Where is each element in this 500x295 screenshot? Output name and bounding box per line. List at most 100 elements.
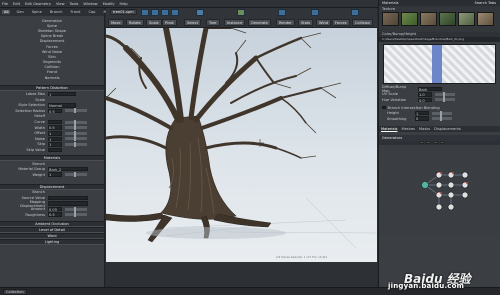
- move-button[interactable]: Move: [108, 19, 124, 26]
- viewport-tab[interactable]: tree01.spm: [110, 9, 137, 15]
- tab-materials[interactable]: Materials: [381, 127, 397, 131]
- link-node-icon[interactable]: [440, 141, 445, 145]
- hue-variation-slider[interactable]: [435, 97, 455, 103]
- menu-edit-geometry[interactable]: Edit Geometry: [25, 2, 51, 6]
- node-branches[interactable]: [461, 171, 469, 178]
- texture-preview[interactable]: [383, 44, 496, 84]
- rotate-icon[interactable]: [151, 9, 159, 16]
- twig-swatch[interactable]: [458, 12, 475, 26]
- search-tabs[interactable]: Search Tabs: [475, 1, 500, 5]
- height-input[interactable]: 1: [415, 110, 429, 116]
- curve-slider[interactable]: [65, 119, 87, 125]
- branch-blending-checkbox[interactable]: [382, 105, 386, 110]
- hue-variation-input[interactable]: 0.0: [418, 97, 432, 103]
- add-node-icon[interactable]: [419, 141, 424, 145]
- section-lighting[interactable]: Lighting: [0, 238, 104, 245]
- smoothing-input[interactable]: 0: [415, 116, 429, 121]
- skip-slider[interactable]: [65, 141, 87, 147]
- scale-button[interactable]: Scale: [146, 19, 162, 26]
- roughness-slider[interactable]: [65, 212, 87, 218]
- tab-meshes[interactable]: Meshes: [401, 127, 415, 131]
- offset-input[interactable]: 1: [48, 130, 62, 136]
- render-button[interactable]: Render: [276, 19, 295, 26]
- wind-button[interactable]: Wind: [316, 19, 332, 26]
- select-button[interactable]: Select: [184, 19, 202, 26]
- select-icon[interactable]: [196, 9, 204, 16]
- pivot-button[interactable]: Pivot: [162, 19, 177, 26]
- pivot-icon[interactable]: [171, 9, 179, 16]
- scale-icon[interactable]: [161, 9, 169, 16]
- node-tree[interactable]: [421, 180, 429, 189]
- lobes-max-input[interactable]: 1: [48, 91, 76, 97]
- tab-masks[interactable]: Masks: [419, 127, 430, 131]
- node-extra-1[interactable]: [435, 203, 443, 210]
- mapping-dropdown[interactable]: [48, 201, 88, 206]
- curve-input[interactable]: [48, 119, 62, 125]
- tree-button[interactable]: Tree: [206, 19, 220, 26]
- node-leaves[interactable]: [447, 181, 455, 188]
- generator-graph[interactable]: [379, 144, 500, 235]
- generate-button[interactable]: Generate: [248, 19, 271, 26]
- skip-value-input[interactable]: [48, 147, 62, 153]
- style-selection-dropdown[interactable]: Normal: [48, 102, 76, 108]
- leaf-swatch[interactable]: [401, 12, 418, 26]
- uv-scale-input[interactable]: 1.0: [418, 92, 432, 97]
- selection-radius-slider[interactable]: [65, 108, 87, 114]
- roughness-input[interactable]: 0.5: [48, 212, 62, 217]
- tree-icon[interactable]: [237, 9, 245, 16]
- tab-frond[interactable]: Frond: [69, 10, 83, 14]
- collision-button[interactable]: Collision: [352, 19, 374, 26]
- cap-swatch[interactable]: [477, 12, 494, 26]
- skip-input[interactable]: 1: [48, 142, 62, 147]
- menu-help[interactable]: Help: [120, 2, 128, 6]
- forces-button[interactable]: Forces: [332, 19, 350, 26]
- node-extra-2[interactable]: [447, 203, 455, 210]
- amount-input[interactable]: 0.05: [48, 206, 62, 212]
- bark-swatch[interactable]: [382, 12, 399, 26]
- weight-slider[interactable]: [65, 172, 87, 178]
- node-twigs[interactable]: [447, 191, 455, 198]
- tab-displacements[interactable]: Displacements: [434, 127, 461, 131]
- noise-input[interactable]: 1: [48, 136, 62, 142]
- menu-view[interactable]: View: [56, 2, 65, 6]
- menu-tools[interactable]: Tools: [70, 2, 79, 6]
- bark2-swatch[interactable]: [420, 12, 437, 26]
- smoothing-slider[interactable]: [432, 116, 452, 122]
- source-value-dropdown[interactable]: [48, 195, 88, 201]
- amount-slider[interactable]: [65, 206, 87, 212]
- 3d-viewport[interactable]: 4.8 frames Selected: 1 of 5 Tris: 13,412: [106, 28, 377, 262]
- tab-all[interactable]: All: [2, 10, 11, 14]
- frond-swatch[interactable]: [439, 12, 456, 26]
- render-icon[interactable]: [351, 9, 359, 16]
- noise-slider[interactable]: [65, 136, 87, 142]
- menu-edit[interactable]: Edit: [13, 2, 20, 6]
- selection-radius-input[interactable]: 0.5: [48, 108, 62, 114]
- width-slider[interactable]: [65, 125, 87, 131]
- node-mesh[interactable]: [461, 191, 469, 198]
- instance-button[interactable]: Instance: [224, 19, 246, 26]
- rotate-button[interactable]: Rotate: [126, 19, 144, 26]
- tab-cap[interactable]: Cap: [86, 10, 97, 14]
- menu-window[interactable]: Window: [83, 2, 97, 6]
- asset-path[interactable]: C:/Users/Desktop/SpeedtreeFoliage/Branch…: [379, 37, 500, 42]
- instance-icon[interactable]: [278, 9, 286, 16]
- menu-file[interactable]: File: [2, 2, 8, 6]
- uv-scale-slider[interactable]: [435, 91, 455, 97]
- height-slider[interactable]: [432, 110, 452, 116]
- stats-button[interactable]: Stats: [298, 19, 314, 26]
- node-fronds[interactable]: [435, 181, 443, 188]
- delete-node-icon[interactable]: [426, 141, 431, 145]
- material-group-dropdown[interactable]: Bark_2: [48, 166, 88, 172]
- duplicate-node-icon[interactable]: [433, 141, 438, 145]
- tab-spine[interactable]: Spine: [30, 10, 44, 14]
- collection-tab[interactable]: Collection: [3, 289, 27, 295]
- move-icon[interactable]: [141, 9, 149, 16]
- menu-modify[interactable]: Modify: [103, 2, 115, 6]
- width-input[interactable]: 0.5: [48, 125, 62, 130]
- diffuse-map-input[interactable]: Bark: [418, 86, 442, 92]
- tab-branch[interactable]: Branch: [48, 10, 65, 14]
- weight-input[interactable]: 1: [48, 172, 62, 177]
- generate-icon[interactable]: [311, 9, 319, 16]
- tab-gen[interactable]: Gen: [14, 10, 25, 14]
- offset-slider[interactable]: [65, 130, 87, 136]
